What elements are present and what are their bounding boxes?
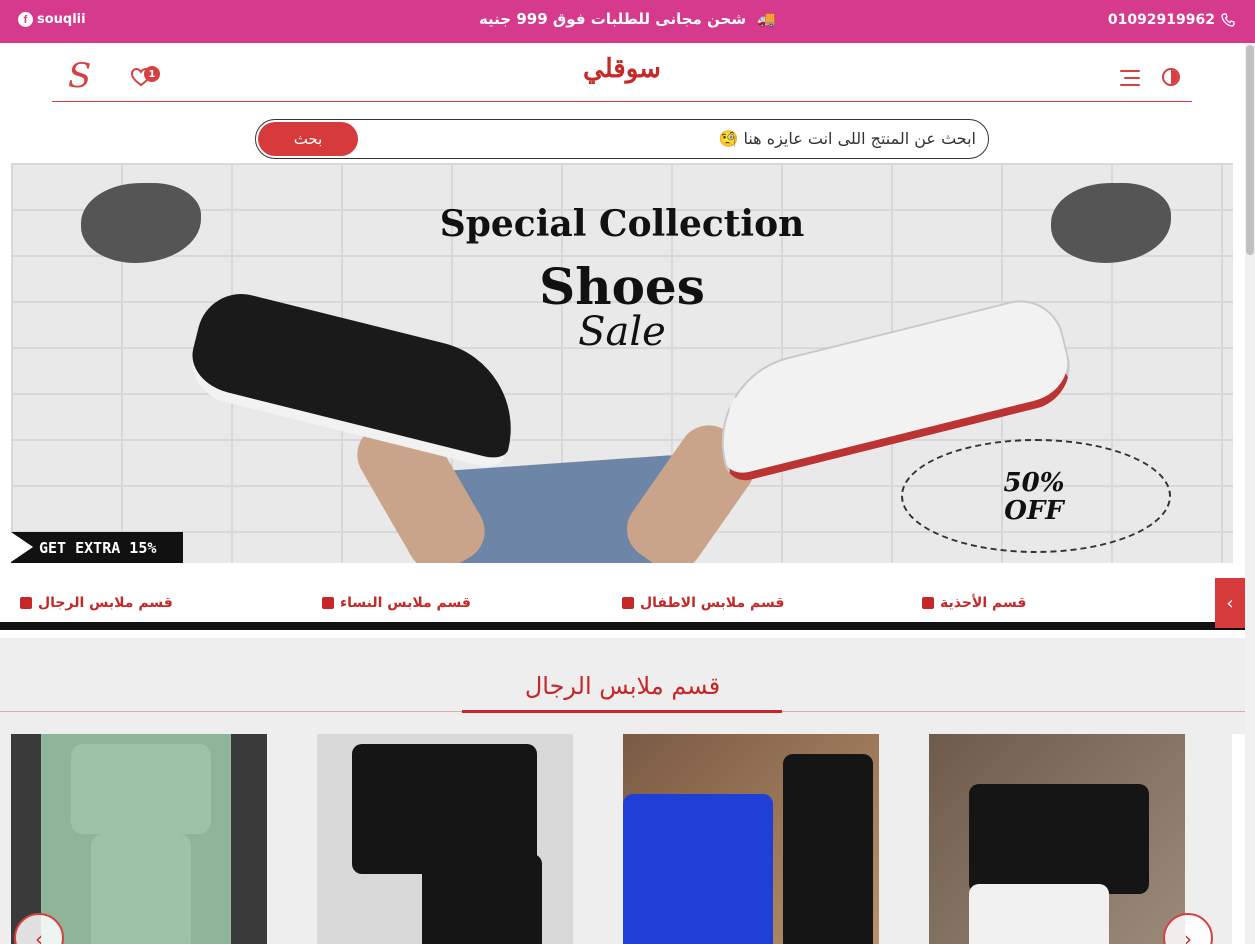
phone-icon xyxy=(1221,13,1235,27)
top-bar: f souqlii شحن مجانى للطلبات فوق 999 جنيه… xyxy=(0,0,1255,43)
man-icon xyxy=(20,597,32,609)
discount-badge: 50% OFF xyxy=(909,445,1159,549)
search-bar: بحث ابحث عن المنتج اللى انت عايزه هنا 🧐 xyxy=(255,119,989,159)
category-shoes[interactable]: قسم الأحذية xyxy=(922,595,1026,611)
discount-value: 50% xyxy=(1003,468,1065,498)
category-label: قسم ملابس الاطفال xyxy=(640,595,785,611)
kid-icon xyxy=(622,597,634,609)
dress-icon xyxy=(322,597,334,609)
phone-link[interactable]: 01092919962 xyxy=(1108,12,1235,28)
search-button[interactable]: بحث xyxy=(258,122,358,156)
section-title-underline xyxy=(462,710,782,713)
promo-banner: شحن مجانى للطلبات فوق 999 جنيه 🚚 xyxy=(0,10,1255,28)
category-label: قسم ملابس النساء xyxy=(340,595,471,611)
product-card[interactable] xyxy=(317,734,573,944)
extra-discount-tag: GET EXTRA 15% xyxy=(11,532,183,563)
men-clothing-section: قسم ملابس الرجال xyxy=(0,638,1245,944)
site-logo[interactable]: سوقلي xyxy=(52,54,1192,84)
dark-mode-icon[interactable] xyxy=(1162,68,1180,86)
category-label: قسم الأحذية xyxy=(940,595,1027,611)
category-nav: قسم الأحذية قسم ملابس الاطفال قسم ملابس … xyxy=(0,578,1245,630)
banner-title: Special Collection xyxy=(439,203,805,245)
product-card[interactable] xyxy=(11,734,267,944)
chevron-left-icon[interactable]: ‹ xyxy=(1215,578,1245,628)
section-title: قسم ملابس الرجال xyxy=(524,672,721,700)
menu-icon[interactable] xyxy=(1120,70,1140,86)
product-image xyxy=(969,784,1149,894)
page: f souqlii شحن مجانى للطلبات فوق 999 جنيه… xyxy=(0,0,1255,944)
product-image xyxy=(969,884,1109,944)
truck-icon: 🚚 xyxy=(757,10,777,28)
scrollbar-thumb[interactable] xyxy=(1246,45,1254,255)
product-image xyxy=(783,754,873,944)
category-label: قسم ملابس الرجال xyxy=(38,595,173,611)
shoe-icon xyxy=(922,597,934,609)
search-input[interactable]: ابحث عن المنتج اللى انت عايزه هنا 🧐 xyxy=(718,129,976,148)
phone-number: 01092919962 xyxy=(1107,12,1215,28)
product-card xyxy=(1232,734,1245,944)
product-image xyxy=(623,794,773,944)
category-kids[interactable]: قسم ملابس الاطفال xyxy=(622,595,784,611)
discount-label: OFF xyxy=(1004,496,1064,526)
category-women[interactable]: قسم ملابس النساء xyxy=(322,595,471,611)
banner-headline: Shoes xyxy=(539,257,705,316)
product-image xyxy=(91,834,191,944)
product-image xyxy=(422,854,542,944)
product-card[interactable] xyxy=(929,734,1185,944)
product-image xyxy=(71,744,211,834)
site-header: S 1 سوقلي xyxy=(52,52,1192,102)
promo-text: شحن مجانى للطلبات فوق 999 جنيه xyxy=(478,10,747,28)
product-card[interactable] xyxy=(623,734,879,944)
category-men[interactable]: قسم ملابس الرجال xyxy=(20,595,173,611)
hero-banner[interactable]: Special Collection Shoes Sale 50% OFF GE… xyxy=(11,163,1233,563)
